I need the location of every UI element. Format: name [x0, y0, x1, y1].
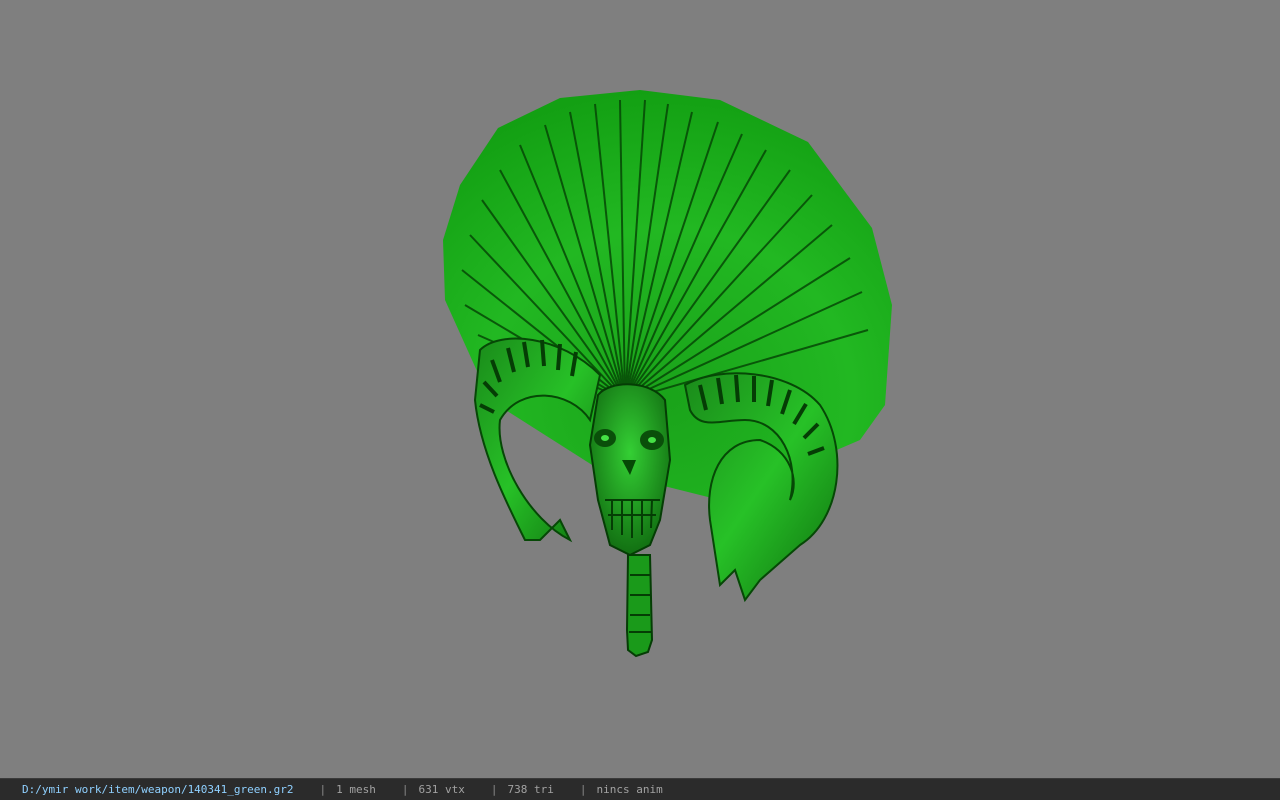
triangle-count: 738 tri [507, 783, 554, 796]
handle [625, 554, 654, 658]
separator: | [490, 783, 498, 796]
separator: | [401, 783, 409, 796]
anim-status: nincs anim [596, 783, 663, 796]
separator: | [579, 783, 587, 796]
separator: | [319, 783, 327, 796]
file-path: D:/ymir work/item/weapon/140341_green.gr… [22, 783, 294, 796]
3d-viewport[interactable] [0, 0, 1280, 778]
mesh-count: 1 mesh [336, 783, 376, 796]
model-render [443, 90, 892, 658]
vertex-count: 631 vtx [418, 783, 465, 796]
status-bar: D:/ymir work/item/weapon/140341_green.gr… [0, 778, 1280, 800]
